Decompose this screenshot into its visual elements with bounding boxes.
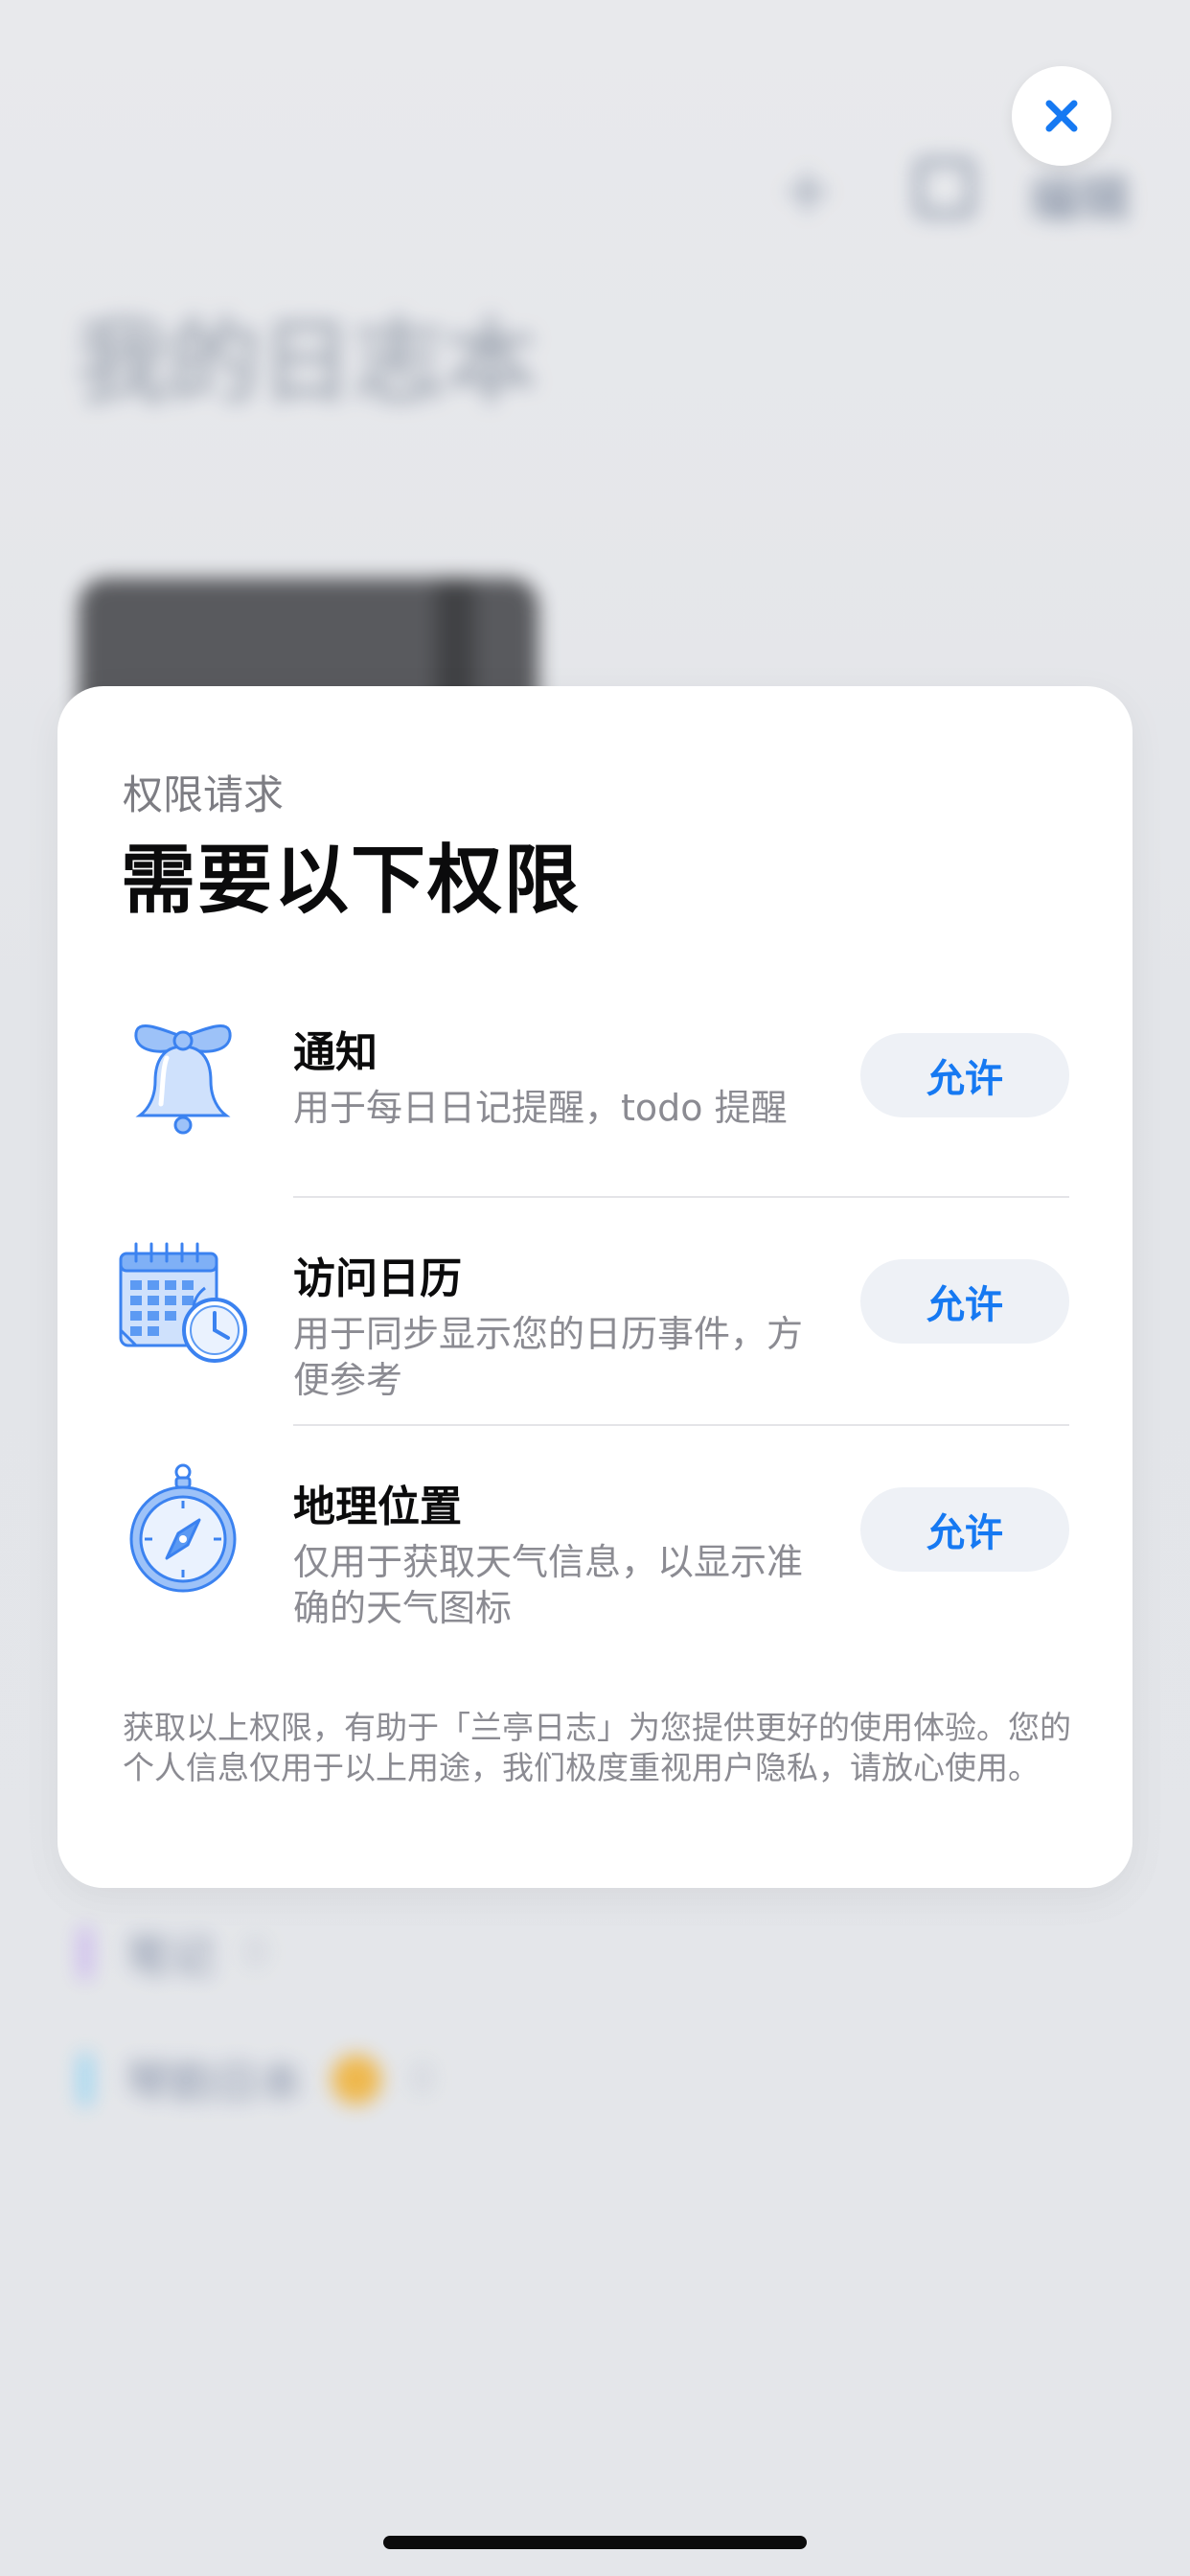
close-icon — [1045, 100, 1078, 132]
calendar-clock-icon — [119, 1242, 247, 1363]
permission-title: 地理位置 — [293, 1483, 462, 1531]
list-item-count: 0 — [410, 2058, 435, 2102]
permission-description: 用于同步显示您的日历事件，方便参考 — [293, 1313, 804, 1401]
permission-row-location: 地理位置 仅用于获取天气信息，以显示准确的天气图标 允许 — [57, 1462, 1133, 1689]
permission-description: 仅用于获取天气信息，以显示准确的天气图标 — [293, 1541, 804, 1629]
dialog-title: 需要以下权限 — [121, 838, 582, 924]
background-list-item: 琴韵日本 0 — [79, 2051, 434, 2108]
divider — [293, 1424, 1069, 1426]
permission-row-calendar: 访问日历 用于同步显示您的日历事件，方便参考 允许 — [57, 1234, 1133, 1460]
dialog-eyebrow: 权限请求 — [123, 771, 285, 818]
close-button[interactable] — [1012, 66, 1111, 166]
emoji-badge — [332, 2055, 381, 2104]
permission-title: 访问日历 — [293, 1254, 462, 1303]
permission-text: 地理位置 仅用于获取天气信息，以显示准确的天气图标 — [293, 1482, 830, 1631]
permission-row-notification: 通知 用于每日日记提醒，todo 提醒 允许 — [57, 1008, 1133, 1234]
list-item-label: 笔记 — [126, 1930, 215, 1982]
background-list-item: 笔记 0 — [79, 1924, 267, 1982]
edit-button: 编辑 — [1030, 172, 1131, 229]
permission-title: 通知 — [293, 1028, 378, 1077]
permission-description: 用于每日日记提醒，todo 提醒 — [293, 1087, 788, 1129]
divider — [293, 1196, 1069, 1198]
add-icon: + — [781, 153, 835, 227]
bell-icon — [134, 1024, 232, 1135]
list-item-count: 0 — [243, 1931, 268, 1975]
compass-icon — [129, 1463, 237, 1593]
grid-icon — [915, 158, 974, 218]
permission-text: 访问日历 用于同步显示您的日历事件，方便参考 — [293, 1254, 830, 1403]
home-indicator[interactable] — [383, 2536, 807, 2549]
permission-text: 通知 用于每日日记提醒，todo 提醒 — [293, 1027, 830, 1131]
list-color-bar — [79, 2053, 92, 2106]
list-color-bar — [79, 1926, 92, 1980]
permission-dialog: 权限请求 需要以下权限 通知 用于每日日记提醒，todo 提醒 允许 访问日历 … — [57, 686, 1133, 1888]
privacy-note: 获取以上权限，有助于「兰亭日志」为您提供更好的使用体验。您的个人信息仅用于以上用… — [123, 1709, 1071, 1786]
allow-location-button[interactable]: 允许 — [860, 1487, 1069, 1572]
allow-notification-button[interactable]: 允许 — [860, 1033, 1069, 1117]
list-item-label: 琴韵日本 — [126, 2057, 303, 2108]
background-page-title: 我的日志本 — [77, 309, 537, 416]
allow-calendar-button[interactable]: 允许 — [860, 1259, 1069, 1344]
